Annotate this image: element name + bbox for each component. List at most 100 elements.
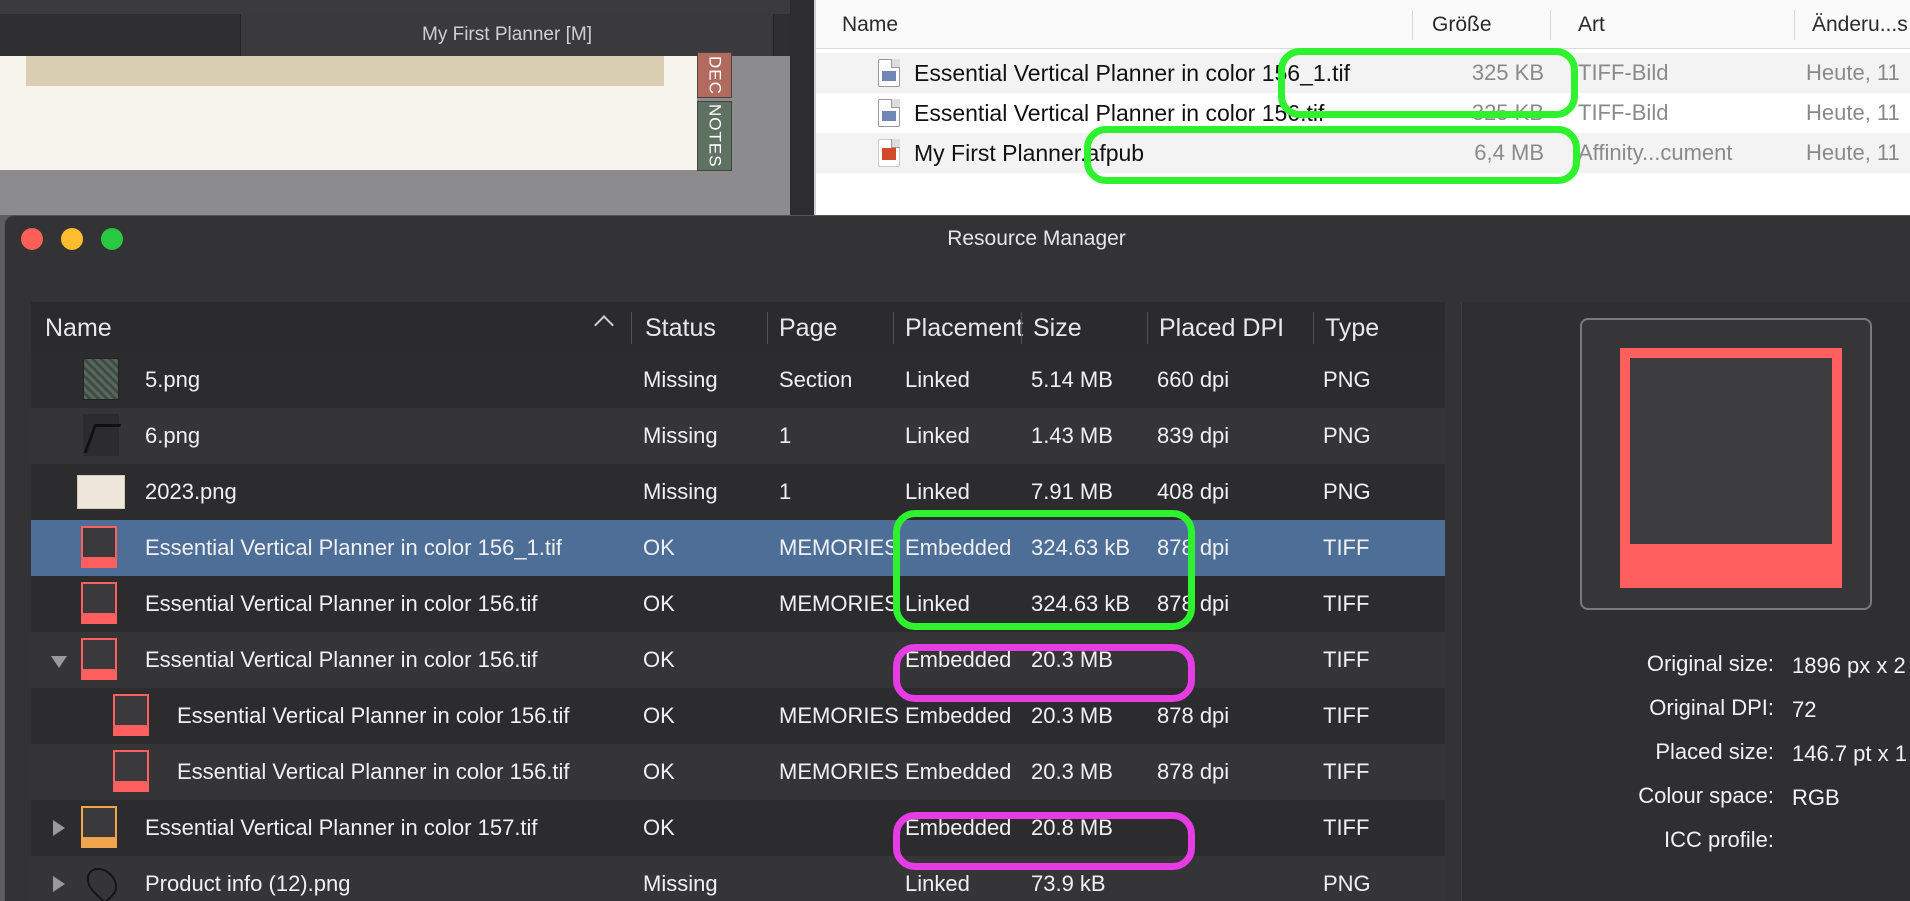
resource-row-selected[interactable]: Essential Vertical Planner in color 156_… [31, 520, 1445, 576]
resource-type: TIFF [1323, 703, 1370, 728]
column-divider[interactable] [1794, 10, 1795, 40]
column-divider[interactable] [1550, 10, 1551, 40]
column-divider[interactable] [631, 312, 632, 344]
col-header-name[interactable]: Name [45, 302, 112, 352]
finder-column-header: Name Größe Art Änderu...s [816, 0, 1910, 49]
resource-manager-titlebar: Resource Manager [5, 216, 1910, 264]
col-header-page[interactable]: Page [779, 302, 837, 352]
document-scrollbar[interactable] [790, 0, 814, 215]
resource-page: Section [779, 367, 853, 392]
resource-dpi: 839 dpi [1157, 423, 1230, 448]
resource-type: TIFF [1323, 815, 1370, 840]
finder-col-date[interactable]: Änderu...s [1812, 0, 1908, 48]
finder-row[interactable]: Essential Vertical Planner in color 156.… [816, 93, 1910, 133]
resource-row-collapsed[interactable]: Product info (12).png Missing Linked 73.… [31, 856, 1445, 901]
document-tab-bar: My First Planner [M] [0, 14, 814, 56]
tiff-file-icon [878, 59, 900, 87]
resource-placement: Embedded [905, 647, 1012, 672]
column-divider[interactable] [767, 312, 768, 344]
finder-row[interactable]: My First Planner.afpub 6,4 MB Affinity..… [816, 133, 1910, 173]
resource-type: TIFF [1323, 759, 1370, 784]
preview-image [1620, 348, 1842, 588]
finder-file-kind: TIFF-Bild [1578, 100, 1669, 125]
resource-row[interactable]: 2023.png Missing 1 Linked 7.91 MB 408 dp… [31, 464, 1445, 520]
resource-row[interactable]: 5.png Missing Section Linked 5.14 MB 660… [31, 352, 1445, 408]
resource-size: 20.8 MB [1031, 815, 1113, 840]
resource-row-collapsed[interactable]: Essential Vertical Planner in color 157.… [31, 800, 1445, 856]
resource-size: 324.63 kB [1031, 535, 1131, 560]
resource-name: 6.png [145, 423, 201, 448]
disclosure-collapsed-icon[interactable] [53, 876, 65, 892]
label-placed-size: Placed size: [1655, 739, 1774, 764]
finder-file-name: My First Planner.afpub [914, 140, 1145, 166]
resource-placement: Embedded [905, 759, 1012, 784]
resource-dpi: 408 dpi [1157, 479, 1230, 504]
column-divider[interactable] [893, 312, 894, 344]
side-tab-dec[interactable]: DEC [697, 52, 732, 98]
finder-file-size: 325 KB [1471, 60, 1544, 85]
finder-col-name[interactable]: Name [842, 0, 898, 48]
label-original-size: Original size: [1646, 651, 1774, 676]
resource-row-expanded[interactable]: Essential Vertical Planner in color 156.… [31, 632, 1445, 688]
image-thumbnail [77, 475, 125, 509]
document-tab[interactable]: My First Planner [M] [240, 14, 774, 56]
resource-table-header: Name Status Page Placement Size Placed D… [31, 302, 1445, 352]
page-header-band [26, 56, 664, 86]
sort-ascending-icon[interactable] [594, 315, 614, 335]
resource-row[interactable]: Essential Vertical Planner in color 156.… [31, 576, 1445, 632]
col-header-type[interactable]: Type [1325, 302, 1379, 352]
image-thumbnail [81, 806, 117, 848]
resource-type: TIFF [1323, 647, 1370, 672]
resource-status: Missing [643, 479, 718, 504]
resource-size: 1.43 MB [1031, 423, 1113, 448]
resource-status: OK [643, 703, 675, 728]
resource-name: Essential Vertical Planner in color 157.… [145, 815, 538, 840]
col-header-size[interactable]: Size [1033, 302, 1082, 352]
column-divider[interactable] [1412, 10, 1413, 40]
resource-name: 5.png [145, 367, 201, 392]
resource-dpi: 878 dpi [1157, 535, 1230, 560]
finder-row[interactable]: Essential Vertical Planner in color 156_… [816, 53, 1910, 93]
finder-col-size[interactable]: Größe [1432, 0, 1492, 48]
window-title: Resource Manager [947, 227, 1126, 250]
finder-file-name: Essential Vertical Planner in color 156_… [914, 60, 1350, 86]
side-tab-notes[interactable]: NOTES [697, 101, 732, 171]
resource-placement: Linked [905, 591, 970, 616]
finder-file-kind: Affinity...cument [1578, 140, 1733, 165]
resource-placement: Embedded [905, 815, 1012, 840]
resource-placement: Linked [905, 367, 970, 392]
resource-status: OK [643, 815, 675, 840]
resource-page: 1 [779, 423, 792, 448]
col-header-placement[interactable]: Placement [905, 302, 1023, 352]
finder-col-kind[interactable]: Art [1578, 0, 1605, 48]
resource-row[interactable]: 6.png Missing 1 Linked 1.43 MB 839 dpi P… [31, 408, 1445, 464]
resource-type: TIFF [1323, 591, 1370, 616]
value-original-dpi: 72 [1792, 697, 1817, 722]
col-header-status[interactable]: Status [645, 302, 716, 352]
disclosure-collapsed-icon[interactable] [53, 820, 65, 836]
image-thumbnail [81, 638, 117, 680]
disclosure-expanded-icon[interactable] [51, 656, 67, 668]
image-thumbnail [81, 582, 117, 624]
value-original-size: 1896 px x 2 [1792, 653, 1906, 678]
resource-status: OK [643, 535, 675, 560]
resource-info-panel: Original size: 1896 px x 2 Original DPI:… [1461, 302, 1910, 901]
resource-status: OK [643, 647, 675, 672]
resource-type: PNG [1323, 479, 1371, 504]
col-header-placed-dpi[interactable]: Placed DPI [1159, 302, 1284, 352]
finder-file-size: 6,4 MB [1474, 140, 1544, 165]
resource-status: Missing [643, 871, 718, 896]
resource-name: Essential Vertical Planner in color 156_… [145, 535, 563, 560]
resource-dpi: 878 dpi [1157, 591, 1230, 616]
column-divider[interactable] [1021, 312, 1022, 344]
column-divider[interactable] [1313, 312, 1314, 344]
resource-dpi: 878 dpi [1157, 703, 1230, 728]
resource-row-child[interactable]: Essential Vertical Planner in color 156.… [31, 688, 1445, 744]
resource-row-child[interactable]: Essential Vertical Planner in color 156.… [31, 744, 1445, 800]
column-divider[interactable] [1147, 312, 1148, 344]
image-thumbnail [83, 414, 119, 456]
tiff-file-icon [878, 99, 900, 127]
image-thumbnail [81, 526, 117, 568]
resource-size: 20.3 MB [1031, 759, 1113, 784]
resource-status: OK [643, 591, 675, 616]
